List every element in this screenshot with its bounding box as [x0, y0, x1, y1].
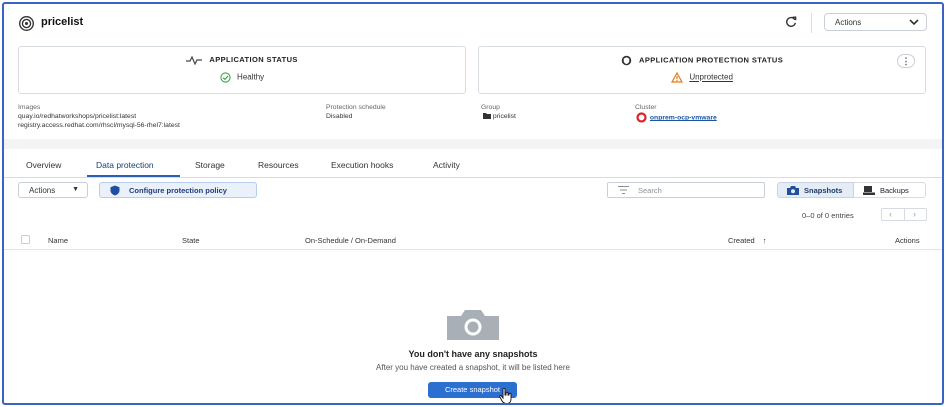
actions-menu-label: Actions — [29, 186, 56, 195]
actions-dropdown[interactable]: Actions — [824, 13, 927, 31]
select-all-checkbox[interactable] — [21, 235, 30, 244]
caret-down-icon: ▼ — [72, 186, 79, 193]
backups-toggle[interactable]: Backups — [854, 182, 926, 198]
snapshots-toggle[interactable]: Snapshots — [777, 182, 854, 198]
cluster-link[interactable]: onprem-ocp-vmware — [650, 114, 717, 121]
kebab-menu-icon[interactable]: ⋮ — [897, 54, 915, 68]
application-status-value: Healthy — [19, 72, 465, 83]
protection-schedule-info: Protection schedule Disabled — [326, 103, 386, 121]
tab-resources[interactable]: Resources — [258, 160, 299, 170]
next-page-icon[interactable]: › — [913, 209, 916, 219]
tab-data-protection[interactable]: Data protection — [96, 160, 154, 170]
group-info: Group pricelist — [481, 103, 516, 121]
protection-status-title: APPLICATION PROTECTION STATUS — [479, 55, 925, 66]
tab-overview[interactable]: Overview — [26, 160, 61, 170]
images-label: Images — [18, 104, 41, 111]
cluster-label: Cluster — [635, 104, 657, 111]
hand-cursor-icon — [499, 388, 512, 403]
shield-icon — [621, 55, 632, 66]
tab-bar: Overview Data protection Storage Resourc… — [4, 150, 942, 178]
camera-icon — [447, 310, 499, 340]
active-tab-indicator — [87, 175, 180, 177]
tab-storage[interactable]: Storage — [195, 160, 225, 170]
image-value: registry.access.redhat.com/rhscl/mysql-5… — [18, 122, 180, 129]
protection-schedule-label: Protection schedule — [326, 104, 386, 111]
application-status-title: APPLICATION STATUS — [19, 55, 465, 65]
divider — [811, 13, 812, 33]
column-header-schedule[interactable]: On-Schedule / On-Demand — [305, 236, 396, 245]
app-logo-icon — [19, 16, 34, 31]
openshift-icon — [636, 112, 647, 123]
protection-status-value: Unprotected — [479, 72, 925, 83]
heartbeat-icon — [186, 55, 203, 65]
tab-activity[interactable]: Activity — [433, 160, 460, 170]
empty-state-subtitle: After you have created a snapshot, it wi… — [376, 363, 570, 372]
protection-status-card: APPLICATION PROTECTION STATUS Unprotecte… — [478, 46, 926, 94]
protection-schedule-value: Disabled — [326, 113, 353, 120]
search-input[interactable]: Search — [607, 182, 765, 198]
app-title: pricelist — [41, 16, 84, 28]
cluster-info: Cluster onprem-ocp-vmware — [635, 103, 717, 123]
chevron-down-icon — [909, 19, 919, 26]
snapshots-toggle-label: Snapshots — [804, 186, 843, 195]
app-window: pricelist Actions APPLICATION STATUS Hea… — [2, 2, 944, 405]
search-placeholder: Search — [638, 186, 662, 195]
column-header-state[interactable]: State — [182, 236, 200, 245]
configure-protection-policy-button[interactable]: Configure protection policy — [99, 182, 257, 198]
entries-count: 0–0 of 0 entries — [802, 211, 854, 220]
section-divider — [4, 139, 942, 149]
sort-ascending-icon: ↑ — [762, 236, 767, 245]
tab-execution-hooks[interactable]: Execution hooks — [331, 160, 393, 170]
group-label: Group — [481, 104, 500, 111]
previous-page-icon[interactable]: ‹ — [889, 209, 892, 219]
column-header-actions: Actions — [895, 236, 920, 245]
pagination-divider — [904, 209, 905, 220]
top-bar: pricelist Actions — [4, 4, 942, 42]
application-status-card: APPLICATION STATUS Healthy — [18, 46, 466, 94]
check-circle-icon — [220, 72, 231, 83]
folder-icon — [483, 113, 491, 120]
warning-icon — [671, 72, 684, 83]
shield-icon — [110, 185, 120, 196]
actions-dropdown-label: Actions — [835, 18, 862, 27]
column-header-created[interactable]: Created ↑ — [728, 236, 767, 245]
empty-state-title: You don't have any snapshots — [408, 349, 538, 359]
column-header-name[interactable]: Name — [48, 236, 68, 245]
backups-toggle-label: Backups — [880, 186, 909, 195]
refresh-icon[interactable] — [784, 15, 798, 29]
image-value: quay.io/redhatworkshops/pricelist:latest — [18, 113, 137, 120]
backup-icon — [863, 186, 875, 195]
pagination: ‹ › — [881, 208, 927, 221]
camera-icon — [787, 186, 799, 195]
group-value: pricelist — [492, 113, 516, 120]
configure-protection-policy-label: Configure protection policy — [129, 186, 227, 195]
images-info: Images quay.io/redhatworkshops/pricelist… — [18, 103, 180, 130]
actions-menu-button[interactable]: Actions ▼ — [18, 182, 88, 198]
filter-icon — [618, 186, 629, 194]
table-header: Name State On-Schedule / On-Demand Creat… — [4, 229, 942, 250]
